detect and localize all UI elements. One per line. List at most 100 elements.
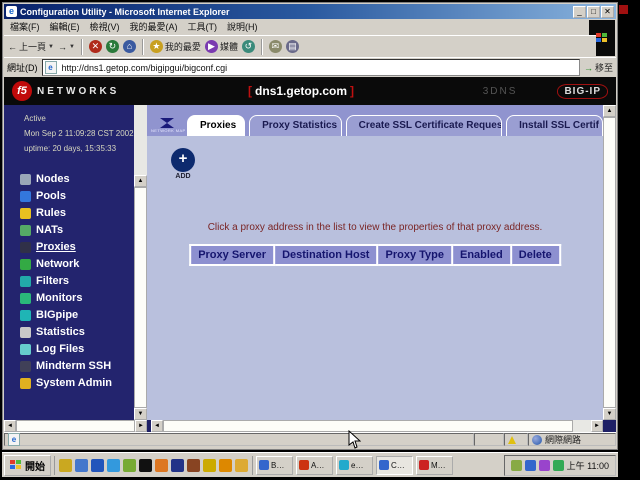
menu-favorites[interactable]: 我的最愛(A) [130,20,178,33]
menu-tools[interactable]: 工具(T) [188,20,218,33]
sidebar-item-rules[interactable]: Rules [20,205,134,222]
main-vscrollbar[interactable]: ▲ ▼ [603,105,616,420]
minimize-button[interactable]: _ [573,6,586,18]
col-proxy-server: Proxy Server [190,245,274,265]
quicklaunch-icon[interactable] [171,459,184,472]
quicklaunch-icon[interactable] [123,459,136,472]
scroll-up-icon[interactable]: ▲ [134,175,147,187]
task-button[interactable]: M… [416,456,453,475]
scroll-down-icon[interactable]: ▼ [134,408,147,420]
scroll-left-icon[interactable]: ◄ [151,420,163,432]
nav-bigip[interactable]: BIG-IP [557,84,608,99]
system-admin-icon [20,378,31,389]
sidebar-item-proxies[interactable]: Proxies [20,239,134,256]
go-button[interactable]: → 移至 [584,61,613,74]
filters-icon [20,276,31,287]
tab-proxies[interactable]: Proxies [187,115,245,136]
sidebar-item-nats[interactable]: NATs [20,222,134,239]
page-icon: e [45,61,57,74]
toolbar-separator [261,39,263,55]
quicklaunch-icon[interactable] [219,459,232,472]
scroll-thumb[interactable] [16,420,135,432]
quicklaunch-icon[interactable] [155,459,168,472]
menu-edit[interactable]: 編輯(E) [50,20,80,33]
sidebar-item-mindterm-ssh[interactable]: Mindterm SSH [20,358,134,375]
tray-icon[interactable] [525,460,536,471]
sidebar-hscrollbar[interactable]: ◄ ► [4,420,147,432]
main-hscrollbar[interactable]: ◄ ► [151,420,603,432]
tab-proxy-statistics[interactable]: Proxy Statistics [249,115,342,136]
log-files-icon [20,344,31,355]
mail-icon[interactable]: ✉ [269,40,282,53]
quicklaunch-icon[interactable] [91,459,104,472]
quicklaunch-icon[interactable] [59,459,72,472]
scroll-thumb[interactable] [134,187,147,408]
quicklaunch-icon[interactable] [235,459,248,472]
col-destination-host: Destination Host [274,245,377,265]
tab-create-ssl-certificate-request[interactable]: Create SSL Certificate Request [346,115,503,136]
start-button[interactable]: 開始 [4,455,51,476]
nav-3dns[interactable]: 3DNS [483,86,518,97]
document-icon: e [8,433,20,446]
scroll-right-icon[interactable]: ► [135,420,147,432]
scroll-up-icon[interactable]: ▲ [603,105,616,117]
quicklaunch-icon[interactable] [107,459,120,472]
back-button[interactable]: ← 上一頁 ▼ [8,40,54,53]
sidebar-item-log-files[interactable]: Log Files [20,341,134,358]
bigpipe-icon [20,310,31,321]
scroll-left-icon[interactable]: ◄ [4,420,16,432]
home-icon[interactable]: ⌂ [123,40,136,53]
menu-file[interactable]: 檔案(F) [10,20,40,33]
sidebar-vscrollbar[interactable]: ▲ ▼ [134,105,147,420]
sidebar-item-filters[interactable]: Filters [20,273,134,290]
forward-dropdown-icon[interactable]: ▼ [69,44,75,50]
menu-help[interactable]: 說明(H) [227,20,258,33]
task-app-icon [339,460,349,470]
close-button[interactable]: ✕ [601,6,614,18]
forward-button[interactable]: → ▼ [58,42,75,52]
sidebar-item-bigpipe[interactable]: BIGpipe [20,307,134,324]
status-cell [474,433,504,446]
history-icon[interactable]: ↺ [242,40,255,53]
windows-flag-icon [596,33,608,43]
tray-icon[interactable] [539,460,550,471]
task-button[interactable]: A… [296,456,333,475]
tray-volume-icon[interactable] [511,460,522,471]
main-frame: NETWORK MAP Proxies Proxy Statistics Cre… [147,105,603,420]
title-bar[interactable]: e Configuration Utility - Microsoft Inte… [4,4,616,19]
address-bar: 網址(D) e → 移至 [4,57,616,77]
sidebar-item-monitors[interactable]: Monitors [20,290,134,307]
quicklaunch-icon[interactable] [203,459,216,472]
sidebar-item-system-admin[interactable]: System Admin [20,375,134,392]
maximize-button[interactable]: □ [587,6,600,18]
task-button[interactable]: B… [256,456,293,475]
quicklaunch-icon[interactable] [187,459,200,472]
tab-install-ssl-certificate[interactable]: Install SSL Certif [506,115,603,136]
task-button-active[interactable]: C… [376,456,413,475]
network-map-button[interactable]: NETWORK MAP [147,118,187,134]
stop-icon[interactable]: ✕ [89,40,102,53]
refresh-icon[interactable]: ↻ [106,40,119,53]
favorites-button[interactable]: ★ 我的最愛 [150,40,201,53]
scroll-down-icon[interactable]: ▼ [603,408,616,420]
quicklaunch-icon[interactable] [139,459,152,472]
tray-icon[interactable] [553,460,564,471]
sidebar-item-statistics[interactable]: Statistics [20,324,134,341]
sidebar-item-nodes[interactable]: Nodes [20,171,134,188]
print-icon[interactable]: ▤ [286,40,299,53]
scroll-right-icon[interactable]: ► [591,420,603,432]
back-dropdown-icon[interactable]: ▼ [48,44,54,50]
add-button[interactable]: + ADD [171,148,195,180]
address-input[interactable] [60,62,577,74]
taskbar-clock[interactable]: 上午 11:00 [567,459,609,472]
sidebar-item-network[interactable]: Network [20,256,134,273]
scroll-thumb[interactable] [603,117,616,408]
system-tray: 上午 11:00 [504,455,616,476]
scroll-thumb[interactable] [163,420,573,432]
toolbar-separator [81,39,83,55]
quicklaunch-icon[interactable] [75,459,88,472]
sidebar-item-pools[interactable]: Pools [20,188,134,205]
media-button[interactable]: ▶ 媒體 [205,40,238,53]
task-button[interactable]: e… [336,456,373,475]
menu-view[interactable]: 檢視(V) [90,20,120,33]
